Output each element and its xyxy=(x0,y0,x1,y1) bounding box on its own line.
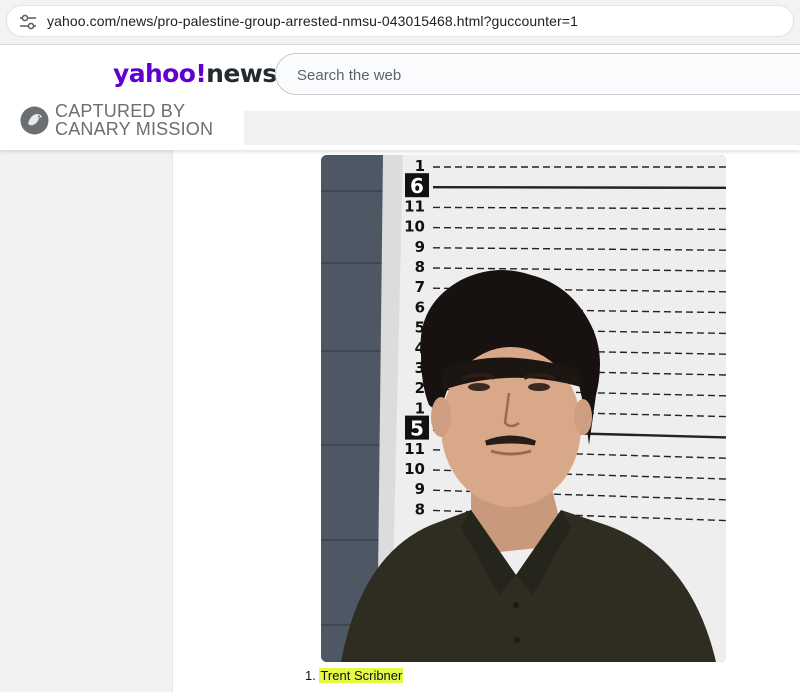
site-info-tune-icon[interactable] xyxy=(19,14,37,30)
ruler-label: 5 xyxy=(410,417,424,441)
ruler-label: 6 xyxy=(410,174,424,198)
search-placeholder: Search the web xyxy=(297,67,402,84)
watermark-line1: CAPTURED BY xyxy=(55,101,186,121)
canary-mission-watermark: CAPTURED BY CANARY MISSION xyxy=(20,102,240,142)
ruler-label: 7 xyxy=(415,278,425,296)
url-text[interactable]: yahoo.com/news/pro-palestine-group-arres… xyxy=(47,13,578,29)
ruler-label: 8 xyxy=(415,258,425,276)
mugshot-photo: 1 6 11 10 9 8 7 6 5 4 3 2 1 5 11 10 9 8 xyxy=(321,155,726,662)
ruler-label: 10 xyxy=(404,460,425,478)
ad-banner-placeholder xyxy=(244,111,800,145)
canary-bird-icon xyxy=(20,106,49,135)
search-input[interactable]: Search the web xyxy=(275,53,800,95)
mugshot-image: 1611109876543215111098 xyxy=(321,155,726,662)
address-bar[interactable]: yahoo.com/news/pro-palestine-group-arres… xyxy=(6,5,794,37)
ruler-label: 10 xyxy=(404,218,425,236)
ruler-label: 1 xyxy=(415,157,425,175)
ruler-label: 9 xyxy=(415,238,425,256)
ruler-label: 11 xyxy=(404,197,425,215)
caption-list-number: 1. xyxy=(305,668,316,683)
site-header: yahoo!news Search the web CAPTURED BY CA… xyxy=(0,45,800,150)
left-sidebar xyxy=(0,150,173,692)
photo-caption: 1. Trent Scribner xyxy=(305,668,404,683)
logo-bang: ! xyxy=(195,59,207,88)
ruler-label: 6 xyxy=(415,298,425,316)
logo-yahoo-text: yahoo xyxy=(113,59,196,88)
ruler-label: 11 xyxy=(404,440,425,458)
browser-toolbar: yahoo.com/news/pro-palestine-group-arres… xyxy=(0,0,800,45)
watermark-line2: CANARY MISSION xyxy=(55,119,214,139)
ruler-line xyxy=(432,186,726,189)
ruler-label: 1 xyxy=(415,399,425,417)
ruler-label: 8 xyxy=(415,500,425,518)
caption-name: Trent Scribner xyxy=(319,668,404,683)
ruler-label: 9 xyxy=(415,480,425,498)
yahoo-news-logo[interactable]: yahoo!news xyxy=(113,59,277,88)
logo-news-text: news xyxy=(206,59,277,88)
